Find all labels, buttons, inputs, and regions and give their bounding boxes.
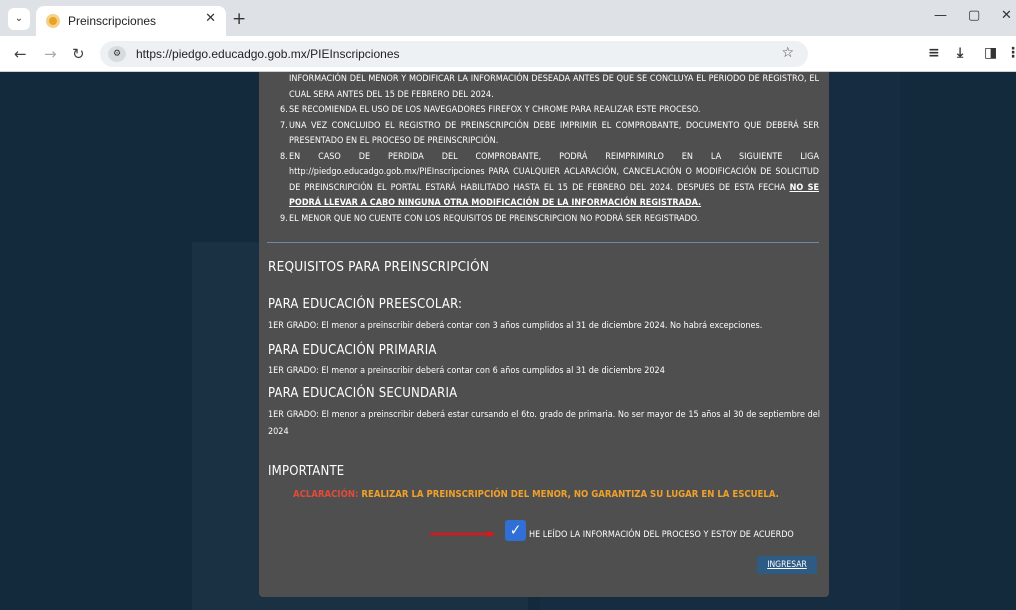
browser-tab[interactable]: Preinscripciones ✕ [36,6,226,36]
secundaria-heading: PARA EDUCACIÓN SECUNDARIA [268,386,458,401]
site-info-icon[interactable]: ⚙ [108,46,126,62]
minimize-icon[interactable]: — [934,8,947,23]
secundaria-text: 1ER GRADO: El menor a preinscribir deber… [268,410,820,437]
reload-icon[interactable]: ↻ [72,45,85,63]
close-icon[interactable]: ✕ [205,11,216,26]
plus-icon[interactable]: + [232,9,246,29]
agree-label[interactable]: HE LEÍDO LA INFORMACIÓN DEL PROCESO Y ES… [529,530,794,540]
preinscription-modal: INFORMACIÓN DEL MENOR Y MODIFICAR LA INF… [259,72,829,597]
agree-checkbox[interactable]: ✓ [505,520,526,541]
list-item: 8. EN CASO DE PERDIDA DEL COMPROBANTE, PO… [280,151,819,209]
list-item: INFORMACIÓN DEL MENOR Y MODIFICAR LA INF… [289,74,819,100]
clarification-text: REALIZAR LA PREINSCRIPCIÓN DEL MENOR, NO… [361,489,779,500]
clarification-notice: ACLARACIÓN: REALIZAR LA PREINSCRIPCIÓN D… [293,489,779,500]
ingresar-button[interactable]: INGRESAR [757,556,817,574]
download-icon[interactable]: ⤓ [957,45,963,61]
list-item: 6. SE RECOMIENDA EL USO DE LOS NAVEGADORE… [280,105,701,115]
important-heading: IMPORTANTE [268,464,345,479]
forward-arrow-icon[interactable]: → [44,45,57,63]
instruction-list: INFORMACIÓN DEL MENOR Y MODIFICAR LA INF… [271,72,819,227]
preescolar-heading: PARA EDUCACIÓN PREESCOLAR: [268,297,463,312]
requirements-heading: REQUISITOS PARA PREINSCRIPCIÓN [268,259,490,275]
primaria-heading: PARA EDUCACIÓN PRIMARIA [268,343,437,358]
browser-toolbar: ← → ↻ ⚙ https://piedgo.educadgo.gob.mx/P… [0,36,1016,72]
site-favicon-icon [46,14,60,28]
list-item: 7. UNA VEZ CONCLUIDO EL REGISTRO DE PREIN… [280,120,819,147]
more-menu-icon[interactable]: ⋮ [1006,45,1016,61]
red-arrow-icon [430,531,496,537]
tab-title: Preinscripciones [68,14,157,28]
list-item: 9. EL MENOR QUE NO CUENTE CON LOS REQUISI… [280,213,700,224]
url-text[interactable]: https://piedgo.educadgo.gob.mx/PIEInscri… [136,47,400,61]
window-close-icon[interactable]: ✕ [1001,8,1012,23]
maximize-icon[interactable]: ▢ [968,8,980,23]
address-bar[interactable]: ⚙ https://piedgo.educadgo.gob.mx/PIEInsc… [100,41,808,67]
side-panel-icon[interactable]: ◨ [984,45,997,61]
chevron-down-icon[interactable]: ⌄ [8,8,30,30]
back-arrow-icon[interactable]: ← [14,45,27,63]
preescolar-text: 1ER GRADO: El menor a preinscribir deber… [268,321,763,331]
tab-strip: ⌄ Preinscripciones ✕ + — ▢ ✕ [0,0,1016,36]
star-icon[interactable]: ☆ [781,45,794,61]
divider [267,242,819,243]
primaria-text: 1ER GRADO: El menor a preinscribir deber… [268,366,665,376]
page-viewport: INFORMACIÓN DEL MENOR Y MODIFICAR LA INF… [0,72,1016,610]
reading-mode-icon[interactable]: ≡ [928,45,940,61]
clarification-label: ACLARACIÓN: [293,489,359,500]
